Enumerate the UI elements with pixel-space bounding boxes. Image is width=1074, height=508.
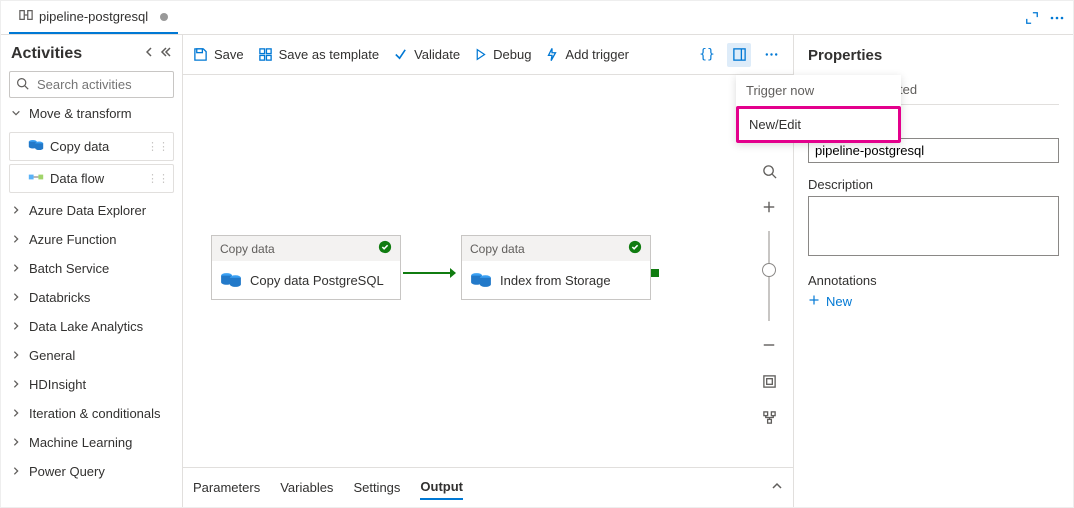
activity-category[interactable]: Azure Data Explorer <box>9 196 174 225</box>
activities-title: Activities <box>11 45 82 63</box>
activity-category[interactable]: Data Lake Analytics <box>9 312 174 341</box>
tab-settings[interactable]: Settings <box>353 476 400 499</box>
save-button[interactable]: Save <box>193 47 244 62</box>
more-actions-button[interactable] <box>759 43 783 67</box>
unsaved-dot-icon <box>160 13 168 21</box>
editor-tab-bar: pipeline-postgresql <box>1 1 1073 35</box>
drag-handle-icon: ⋮⋮ <box>147 172 169 185</box>
check-icon <box>378 240 392 257</box>
add-annotation-button[interactable]: New <box>808 294 1059 309</box>
copy-icon <box>28 138 44 155</box>
add-trigger-menu: Trigger now New/Edit <box>736 75 901 143</box>
chevron-down-icon <box>11 106 23 121</box>
layout-button[interactable] <box>755 403 783 431</box>
tab-parameters[interactable]: Parameters <box>193 476 260 499</box>
tab-title: pipeline-postgresql <box>39 9 148 24</box>
annotations-label: Annotations <box>808 273 1059 288</box>
dataflow-icon <box>28 170 44 187</box>
zoom-handle[interactable] <box>762 263 776 277</box>
save-as-template-button[interactable]: Save as template <box>258 47 379 62</box>
activity-group-move-transform[interactable]: Move & transform <box>9 98 174 129</box>
zoom-slider[interactable] <box>768 231 770 321</box>
chevron-right-icon <box>11 203 23 218</box>
drag-handle-icon: ⋮⋮ <box>147 140 169 153</box>
trigger-new-edit-item[interactable]: New/Edit <box>736 106 901 143</box>
collapse-icon[interactable] <box>146 45 158 63</box>
search-icon <box>16 77 29 93</box>
chevron-right-icon <box>11 290 23 305</box>
activity-data-flow[interactable]: Data flow ⋮⋮ <box>9 164 174 193</box>
chevron-right-icon <box>11 435 23 450</box>
activity-category[interactable]: Power Query <box>9 457 174 486</box>
activity-category[interactable]: HDInsight <box>9 370 174 399</box>
tab-pipeline[interactable]: pipeline-postgresql <box>9 1 178 34</box>
trigger-now-item[interactable]: Trigger now <box>736 75 901 106</box>
activity-category[interactable]: Azure Function <box>9 225 174 254</box>
maximize-icon[interactable] <box>1025 11 1039 25</box>
more-icon[interactable] <box>1049 10 1065 26</box>
collapse-panel-icon[interactable] <box>771 480 783 495</box>
chevron-right-icon <box>11 232 23 247</box>
activity-item-label: Data flow <box>50 171 104 186</box>
description-input[interactable] <box>808 196 1059 256</box>
pipeline-bottom-tabs: Parameters Variables Settings Output <box>183 467 793 507</box>
edge-success <box>403 272 455 274</box>
pipeline-node[interactable]: Copy data Copy data PostgreSQL <box>211 235 401 300</box>
edge-stub[interactable] <box>651 269 659 277</box>
zoom-in-button[interactable] <box>755 193 783 221</box>
chevron-right-icon <box>11 464 23 479</box>
chevron-right-icon <box>11 319 23 334</box>
chevron-right-icon <box>11 348 23 363</box>
activity-copy-data[interactable]: Copy data ⋮⋮ <box>9 132 174 161</box>
chevron-right-icon <box>11 261 23 276</box>
pipeline-node[interactable]: Copy data Index from Storage <box>461 235 651 300</box>
activities-panel: Activities Move & transform <box>1 35 183 507</box>
tab-variables[interactable]: Variables <box>280 476 333 499</box>
json-view-button[interactable]: {} <box>695 43 719 67</box>
pipeline-canvas[interactable]: Copy data Copy data PostgreSQL Copy data… <box>183 75 793 467</box>
plus-icon <box>808 294 820 309</box>
chevron-right-icon <box>11 377 23 392</box>
activity-category[interactable]: Batch Service <box>9 254 174 283</box>
activity-item-label: Copy data <box>50 139 109 154</box>
properties-title: Properties <box>808 47 1059 64</box>
properties-toggle-button[interactable] <box>727 43 751 67</box>
check-icon <box>628 240 642 257</box>
pipeline-editor: Save Save as template Validate Debug Add… <box>183 35 793 507</box>
collapse-all-icon[interactable] <box>160 45 172 63</box>
fit-to-screen-button[interactable] <box>755 367 783 395</box>
chevron-right-icon <box>11 406 23 421</box>
zoom-reset-button[interactable] <box>755 157 783 185</box>
zoom-out-button[interactable] <box>755 331 783 359</box>
pipeline-icon <box>19 8 33 25</box>
canvas-zoom-controls <box>755 157 783 431</box>
debug-button[interactable]: Debug <box>474 47 531 62</box>
activity-category[interactable]: Machine Learning <box>9 428 174 457</box>
activity-category[interactable]: Databricks <box>9 283 174 312</box>
activity-category[interactable]: General <box>9 341 174 370</box>
description-label: Description <box>808 177 1059 192</box>
activity-group-label: Move & transform <box>29 106 132 121</box>
validate-button[interactable]: Validate <box>393 47 460 62</box>
add-trigger-button[interactable]: Add trigger <box>545 47 629 62</box>
pipeline-toolbar: Save Save as template Validate Debug Add… <box>183 35 793 75</box>
activity-category[interactable]: Iteration & conditionals <box>9 399 174 428</box>
tab-output[interactable]: Output <box>420 475 463 500</box>
activities-search[interactable] <box>9 71 174 98</box>
